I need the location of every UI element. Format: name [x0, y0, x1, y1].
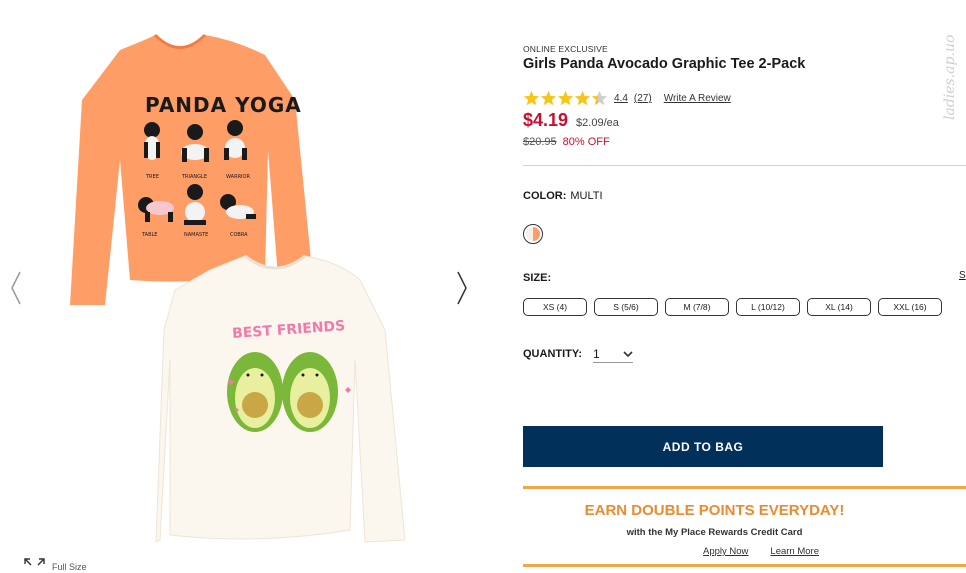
- star-icon: [557, 90, 574, 106]
- chevron-right-icon: [457, 271, 467, 305]
- add-to-bag-button[interactable]: ADD TO BAG: [523, 426, 883, 467]
- swatch-fill: [526, 227, 540, 241]
- divider: [523, 165, 966, 166]
- promo-links: Apply Now Learn More: [703, 546, 819, 557]
- fullsize-button[interactable]: Full Size: [24, 558, 87, 572]
- expand-icon: [24, 558, 45, 566]
- unit-price: $2.09/ea: [576, 117, 619, 129]
- gallery-prev-button[interactable]: [4, 268, 28, 308]
- star-icon: [540, 90, 557, 106]
- svg-text:NAMASTE: NAMASTE: [184, 232, 208, 238]
- quantity-value: 1: [593, 346, 600, 361]
- fullsize-label: Full Size: [52, 562, 87, 572]
- size-option-button[interactable]: S (5/6): [594, 298, 658, 316]
- quantity-label: QUANTITY:: [523, 348, 583, 360]
- color-label: COLOR:: [523, 190, 567, 202]
- svg-text:TREE: TREE: [145, 174, 159, 180]
- write-review-link[interactable]: Write A Review: [664, 93, 731, 104]
- online-exclusive-badge: ONLINE EXCLUSIVE: [523, 44, 608, 54]
- price-row: $4.19 $2.09/ea: [523, 110, 619, 131]
- star-icon: [574, 90, 591, 106]
- product-image[interactable]: PANDA YOGA TREE TRIANGLE WARRIOR TABLE NAMA…: [60, 30, 420, 550]
- product-gallery: PANDA YOGA TREE TRIANGLE WARRIOR TABLE NAMA…: [0, 0, 500, 573]
- rating-row: 4.4 (27) Write A Review: [523, 90, 731, 107]
- original-price: $20.95: [523, 136, 557, 148]
- size-label: SIZE:: [523, 272, 552, 284]
- product-details: ONLINE EXCLUSIVE Girls Panda Avocado Gra…: [523, 0, 966, 573]
- svg-text:WARRIOR: WARRIOR: [226, 174, 250, 180]
- discount-label: 80% OFF: [562, 136, 610, 148]
- gallery-next-button[interactable]: [450, 268, 474, 308]
- orange-tee-image: PANDA YOGA TREE TRIANGLE WARRIOR TABLE NAMA…: [70, 33, 315, 305]
- learn-more-link[interactable]: Learn More: [770, 546, 819, 557]
- size-option-button[interactable]: M (7/8): [665, 298, 729, 316]
- panda-yoga-text: PANDA YOGA: [145, 93, 302, 117]
- watermark: ladies.ap.uo: [942, 34, 958, 120]
- chevron-down-icon: [623, 350, 633, 357]
- rating-stars[interactable]: [523, 90, 608, 107]
- size-options: XS (4) S (5/6) M (7/8) L (10/12) XL (14) XXL …: [523, 298, 942, 316]
- rating-value-link[interactable]: 4.4: [614, 93, 628, 104]
- size-option-button[interactable]: XS (4): [523, 298, 587, 316]
- was-price-row: $20.95 80% OFF: [523, 136, 610, 148]
- star-icon: [523, 90, 540, 106]
- product-title: Girls Panda Avocado Graphic Tee 2-Pack: [523, 56, 806, 72]
- svg-text:TABLE: TABLE: [141, 232, 157, 238]
- rewards-promo: EARN DOUBLE POINTS EVERYDAY! with the My…: [523, 486, 966, 567]
- quantity-select[interactable]: 1: [593, 345, 633, 363]
- svg-text:COBRA: COBRA: [230, 232, 248, 238]
- star-icon: [591, 90, 608, 106]
- size-option-button[interactable]: L (10/12): [736, 298, 800, 316]
- apply-now-link[interactable]: Apply Now: [703, 546, 748, 557]
- chevron-left-icon: [11, 271, 21, 305]
- cream-tee-image: BEST FRIENDS: [155, 254, 406, 543]
- svg-text:TRIANGLE: TRIANGLE: [181, 174, 207, 180]
- size-option-button[interactable]: XL (14): [807, 298, 871, 316]
- promo-subtitle: with the My Place Rewards Credit Card: [626, 527, 803, 538]
- sale-price: $4.19: [523, 110, 569, 130]
- color-swatch-multi[interactable]: [523, 224, 543, 244]
- color-value: MULTI: [570, 190, 603, 202]
- promo-title: EARN DOUBLE POINTS EVERYDAY!: [584, 502, 845, 519]
- size-option-button[interactable]: XXL (16): [878, 298, 942, 316]
- size-chart-link[interactable]: S: [959, 270, 966, 281]
- color-row: COLOR: MULTI: [523, 190, 603, 202]
- review-count-link[interactable]: (27): [634, 93, 652, 104]
